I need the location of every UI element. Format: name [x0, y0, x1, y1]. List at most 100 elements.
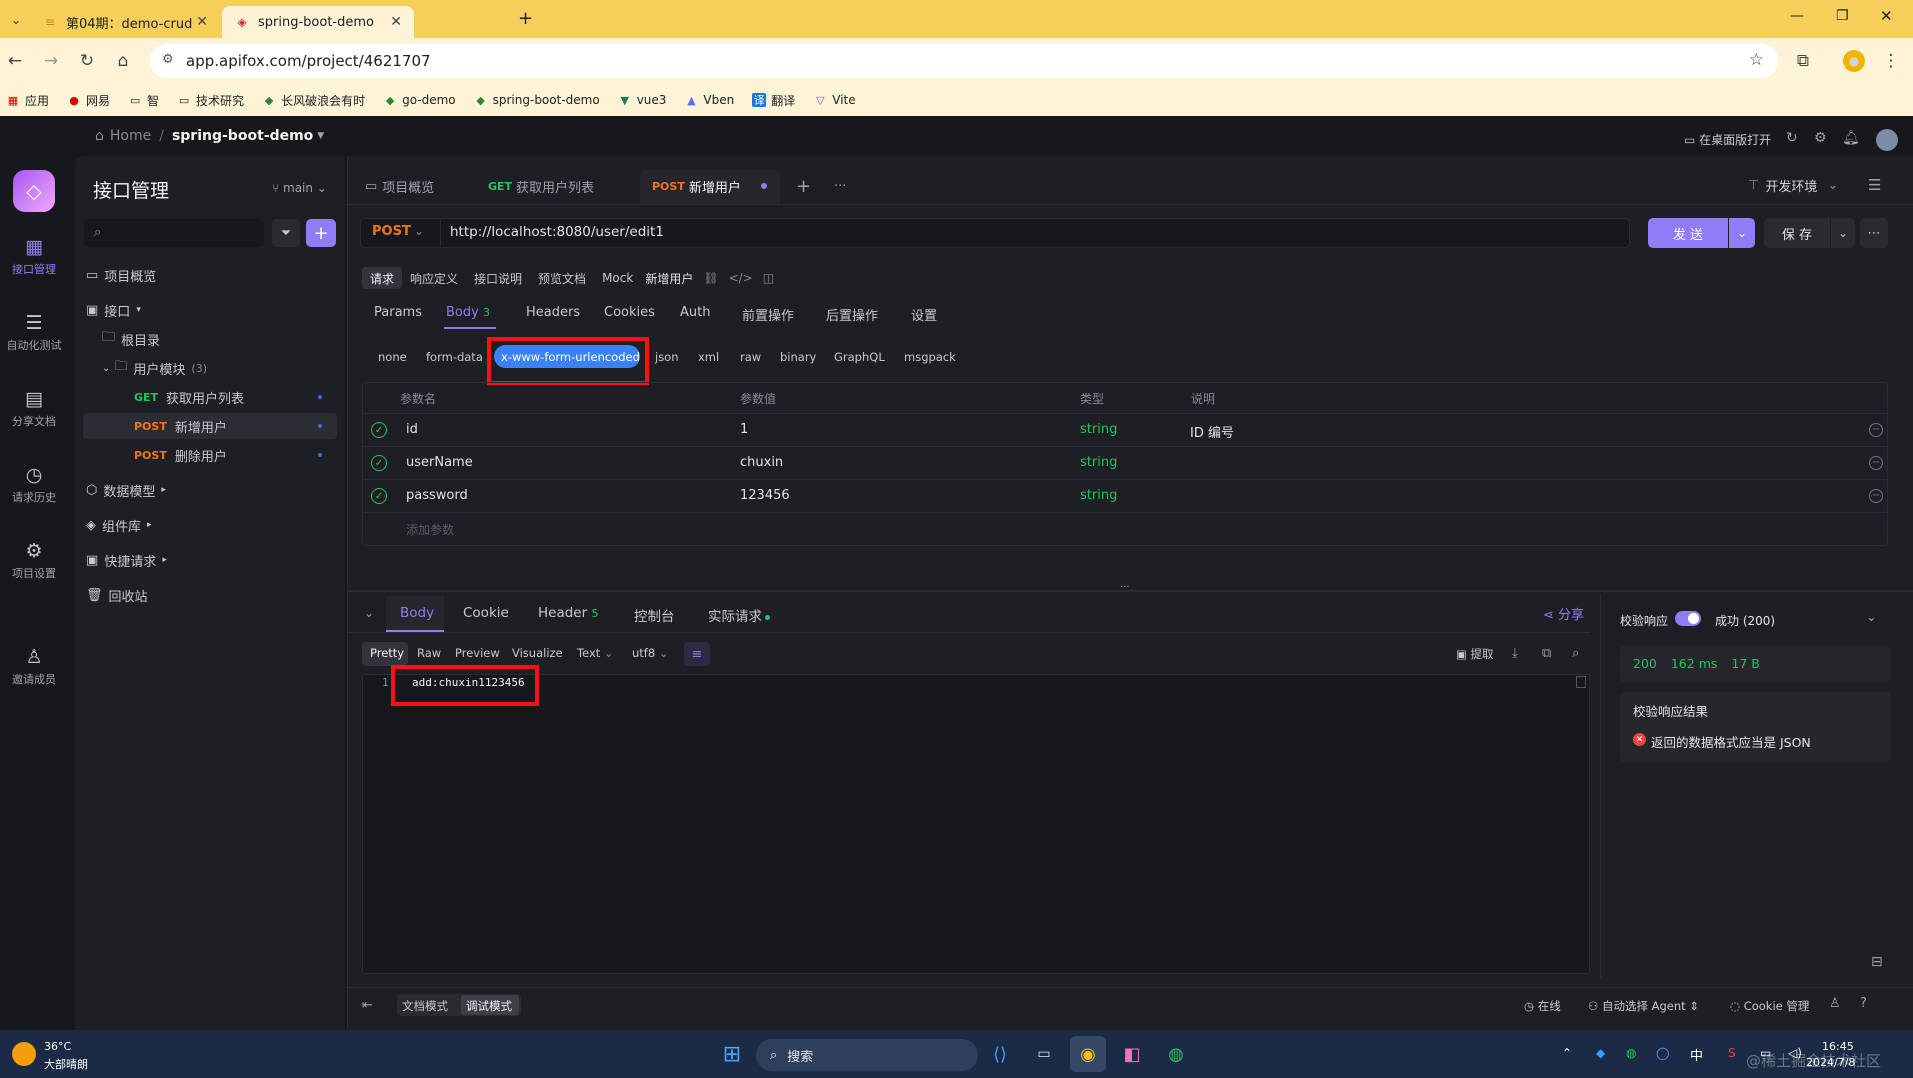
- checkbox-checked-icon[interactable]: ✓: [371, 422, 387, 438]
- restore-icon[interactable]: ❐: [1836, 8, 1849, 24]
- checkbox-checked-icon[interactable]: ✓: [371, 488, 387, 504]
- param-type[interactable]: string: [1080, 488, 1117, 503]
- taskbar-search[interactable]: ⌕ 搜索: [756, 1039, 978, 1071]
- param-desc[interactable]: ID 编号: [1190, 422, 1234, 441]
- param-name[interactable]: password: [406, 488, 468, 503]
- bookmark-item[interactable]: ◆ go-demo: [383, 93, 456, 107]
- online-status[interactable]: ◷ 在线: [1524, 998, 1561, 1014]
- browser-tab-inactive[interactable]: ≡ 第04期：demo-crud 实现增删 ✕: [30, 6, 220, 38]
- copy-icon[interactable]: ⧉: [1542, 646, 1551, 661]
- checkbox-checked-icon[interactable]: ✓: [371, 455, 387, 471]
- wechat-icon[interactable]: ◍: [1158, 1036, 1194, 1072]
- bookmark-star-icon[interactable]: ☆: [1749, 50, 1764, 70]
- tab-overview[interactable]: ▭ 项目概览: [365, 170, 434, 202]
- sidebar-search-input[interactable]: ⌕: [84, 219, 264, 247]
- format-pretty[interactable]: Pretty: [370, 646, 404, 660]
- remove-param-icon[interactable]: −: [1869, 423, 1883, 437]
- sidebar-item-folder[interactable]: ⌄ 🗀︎ 用户模块 (3): [102, 355, 207, 381]
- body-type-form-data[interactable]: form-data: [426, 350, 483, 364]
- body-type-binary[interactable]: binary: [780, 350, 816, 364]
- mode-api-doc[interactable]: 接口说明: [466, 267, 530, 289]
- sidebar-item-root[interactable]: 🗀︎ 根目录: [102, 326, 160, 352]
- extensions-icon[interactable]: ⧉: [1792, 50, 1814, 72]
- menu-icon[interactable]: ☰: [1868, 176, 1881, 194]
- body-type-graphql[interactable]: GraphQL: [834, 350, 885, 364]
- response-tab-body[interactable]: Body: [400, 605, 434, 621]
- tab-settings[interactable]: 设置: [911, 305, 937, 324]
- wrap-lines-icon[interactable]: ≡: [684, 642, 710, 666]
- link-icon[interactable]: ⛓︎: [703, 271, 718, 285]
- search-icon[interactable]: ⌕: [1572, 646, 1579, 661]
- add-api-button[interactable]: +: [306, 219, 336, 247]
- branch-selector[interactable]: ⑂ main ⌄: [272, 181, 327, 195]
- bookmark-item[interactable]: ▲ Vben: [684, 93, 734, 107]
- share-button[interactable]: ⋖ 分享: [1543, 604, 1584, 623]
- sidebar-item-overview[interactable]: ▭ 项目概览: [86, 262, 156, 288]
- vscode-icon[interactable]: ⟨⟩: [982, 1036, 1018, 1072]
- tab-get-users[interactable]: GET 获取用户列表: [488, 170, 594, 202]
- browser-menu-icon[interactable]: ⋮: [1880, 50, 1902, 72]
- nav-settings[interactable]: ⚙ 项目设置: [0, 540, 68, 581]
- layout-icon[interactable]: ⊟: [1871, 954, 1883, 970]
- body-type-raw[interactable]: raw: [740, 350, 761, 364]
- response-tab-cookie[interactable]: Cookie: [463, 605, 509, 621]
- home-icon[interactable]: ⌂: [95, 128, 104, 144]
- filter-icon[interactable]: ⏷: [272, 219, 300, 247]
- windows-start-icon[interactable]: ⊞: [714, 1036, 750, 1072]
- code-icon[interactable]: </>: [729, 271, 753, 285]
- sidebar-item-apis[interactable]: ▣ 接口 ▾: [86, 297, 141, 323]
- param-value[interactable]: 123456: [740, 488, 790, 503]
- panel-icon[interactable]: ◫: [763, 271, 774, 285]
- body-type-xml[interactable]: xml: [698, 350, 719, 364]
- tabs-more-button[interactable]: ···: [834, 170, 846, 202]
- mode-preview[interactable]: 预览文档: [530, 267, 594, 289]
- tray-wechat-icon[interactable]: ◍: [1626, 1046, 1636, 1060]
- collapse-sidebar-icon[interactable]: ⇤: [362, 998, 373, 1013]
- more-icon[interactable]: ⋯: [1860, 218, 1888, 248]
- sidebar-item-components[interactable]: ◈ 组件库 ▸: [86, 512, 152, 538]
- sidebar-endpoint[interactable]: GET 获取用户列表: [134, 384, 334, 410]
- tab-list-chevron-icon[interactable]: ⌄: [6, 10, 26, 30]
- tray-icon[interactable]: ◯: [1656, 1046, 1669, 1060]
- weather-icon[interactable]: [12, 1042, 36, 1066]
- bookmark-item[interactable]: 译翻译: [752, 92, 795, 109]
- bookmark-item[interactable]: ▽ Vite: [813, 93, 856, 107]
- tray-chevron-icon[interactable]: ⌃: [1562, 1046, 1572, 1060]
- param-type[interactable]: string: [1080, 455, 1117, 470]
- reload-icon[interactable]: ↻: [76, 50, 98, 72]
- tab-pre-ops[interactable]: 前置操作: [742, 305, 794, 324]
- site-info-icon[interactable]: ⚙: [162, 52, 174, 67]
- download-icon[interactable]: ⤓: [1512, 646, 1518, 661]
- remove-param-icon[interactable]: −: [1869, 489, 1883, 503]
- tab-params[interactable]: Params: [374, 305, 422, 320]
- nav-automation[interactable]: ☰ 自动化测试: [0, 312, 68, 353]
- close-icon[interactable]: ✕: [390, 14, 402, 30]
- extract-button[interactable]: ▣ 提取: [1456, 646, 1494, 662]
- new-tab-button[interactable]: +: [518, 8, 533, 29]
- bookmark-item[interactable]: ◆ spring-boot-demo: [474, 93, 599, 107]
- shirt-icon[interactable]: ♙: [1829, 996, 1841, 1011]
- param-name[interactable]: userName: [406, 455, 473, 470]
- sidebar-item-data-models[interactable]: ⬡ 数据模型 ▸: [86, 477, 166, 503]
- open-desktop-link[interactable]: ▭ 在桌面版打开: [1684, 131, 1771, 148]
- bookmark-folder[interactable]: ▭ 技术研究: [177, 92, 244, 109]
- tray-app-icon[interactable]: ◆: [1596, 1046, 1605, 1060]
- validate-toggle[interactable]: [1675, 611, 1701, 626]
- response-tab-actual[interactable]: 实际请求: [708, 605, 770, 625]
- method-select[interactable]: POST: [372, 224, 411, 239]
- bookmark-netease[interactable]: ● 网易: [67, 92, 110, 109]
- chevron-down-icon[interactable]: ⌄: [414, 224, 424, 238]
- back-icon[interactable]: ←: [4, 50, 26, 72]
- sync-icon[interactable]: ↻: [1786, 130, 1798, 146]
- format-visualize[interactable]: Visualize: [512, 646, 563, 660]
- sidebar-endpoint[interactable]: POST 删除用户: [134, 442, 334, 468]
- help-icon[interactable]: ?: [1860, 996, 1867, 1011]
- home-icon[interactable]: ⌂: [112, 50, 134, 72]
- agent-selector[interactable]: ⚇ 自动选择 Agent ⇕: [1588, 998, 1699, 1014]
- scrollbar[interactable]: [1576, 676, 1586, 688]
- bookmark-item[interactable]: ◆ 长风破浪会有时: [262, 92, 365, 109]
- cookie-manager[interactable]: ◌ Cookie 管理: [1730, 998, 1809, 1014]
- tab-auth[interactable]: Auth: [680, 305, 710, 320]
- environment-selector[interactable]: ⊤ 开发环境 ⌄: [1734, 170, 1846, 200]
- mode-request[interactable]: 请求: [362, 267, 403, 289]
